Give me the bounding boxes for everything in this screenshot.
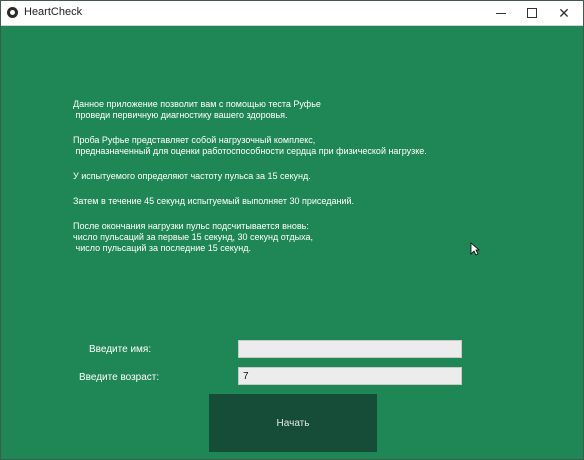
age-input[interactable] (238, 367, 462, 385)
mouse-cursor-icon (470, 242, 480, 256)
minimize-button[interactable] (485, 1, 517, 25)
start-button[interactable]: Начать (209, 394, 377, 452)
name-input[interactable] (238, 340, 462, 358)
instruction-paragraph: У испытуемого определяют частоту пульса … (73, 171, 311, 181)
app-icon (7, 7, 18, 18)
close-button[interactable]: ✕ (548, 1, 580, 25)
maximize-button[interactable] (516, 1, 548, 25)
close-icon: ✕ (558, 5, 570, 21)
age-label: Введите возраст: (79, 372, 160, 383)
minimize-icon (496, 12, 506, 14)
maximize-icon (527, 8, 537, 18)
title-bar[interactable]: HeartCheck ✕ (1, 1, 583, 26)
instruction-paragraph: После окончания нагрузки пульс подсчитыв… (73, 221, 313, 253)
window-title: HeartCheck (24, 6, 83, 18)
name-label: Введите имя: (89, 344, 152, 355)
instruction-paragraph: Данное приложение позволит вам с помощью… (73, 99, 321, 120)
app-window: HeartCheck ✕ Данное приложение позволит … (0, 0, 584, 460)
instruction-paragraph: Проба Руфье представляет собой нагрузочн… (73, 135, 427, 156)
instruction-paragraph: Затем в течение 45 секунд испытуемый вып… (73, 196, 354, 206)
instructions-text: Данное приложение позволит вам с помощью… (73, 99, 553, 268)
